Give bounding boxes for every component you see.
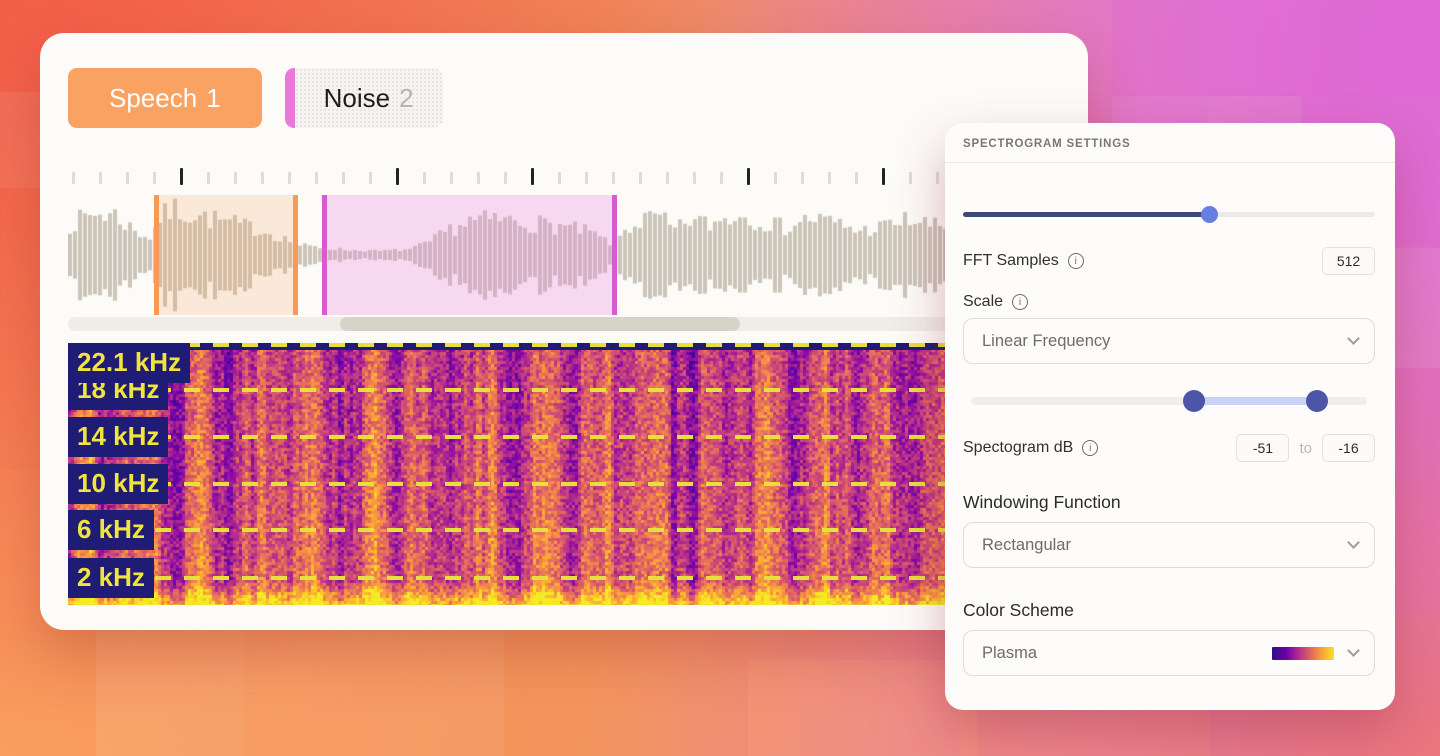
main-card: Speech 1 Noise 2 18 kHz 22.1 kHz 14 kHz … — [40, 33, 1088, 630]
chevron-down-icon — [1347, 536, 1360, 549]
zoom-slider-handle[interactable] — [1201, 206, 1218, 223]
label-chips: Speech 1 Noise 2 — [68, 68, 443, 128]
tag-noise-label: Noise — [324, 83, 390, 114]
waveform-scrollbar-thumb[interactable] — [340, 317, 740, 331]
waveform-area — [68, 195, 1088, 315]
chevron-down-icon — [1347, 332, 1360, 345]
db-to-word: to — [1299, 440, 1312, 457]
zoom-slider[interactable] — [963, 205, 1375, 223]
zoom-slider-fill — [963, 212, 1210, 217]
spectrogram-area: 18 kHz 22.1 kHz 14 kHz 10 kHz 6 kHz 2 kH… — [68, 343, 1088, 605]
fft-samples-label: FFT Samples — [963, 252, 1059, 270]
info-icon[interactable]: i — [1082, 440, 1098, 456]
windowing-function-value: Rectangular — [982, 536, 1071, 555]
windowing-function-select[interactable]: Rectangular — [963, 522, 1375, 568]
freq-gridline — [68, 435, 1088, 439]
color-scheme-value: Plasma — [982, 644, 1037, 663]
fft-samples-input[interactable] — [1322, 247, 1375, 275]
freq-label-2khz: 2 kHz — [68, 558, 154, 598]
timeline-ruler[interactable] — [68, 168, 1088, 186]
info-icon[interactable]: i — [1012, 294, 1028, 310]
tag-noise[interactable]: Noise 2 — [285, 68, 443, 128]
db-min-input[interactable] — [1236, 434, 1289, 462]
scale-select[interactable]: Linear Frequency — [963, 318, 1375, 364]
tag-speech-label: Speech — [109, 83, 197, 114]
tag-speech[interactable]: Speech 1 — [68, 68, 262, 128]
freq-gridline — [68, 388, 1088, 392]
panel-title: SPECTROGRAM SETTINGS — [945, 123, 1395, 163]
color-scheme-select[interactable]: Plasma — [963, 630, 1375, 676]
freq-gridline — [68, 528, 1088, 532]
freq-gridline — [68, 482, 1088, 486]
chevron-down-icon — [1347, 644, 1360, 657]
freq-label-14khz: 14 kHz — [68, 417, 168, 457]
db-range-slider[interactable] — [963, 390, 1375, 412]
tag-noise-number: 2 — [399, 83, 413, 114]
scale-select-value: Linear Frequency — [982, 332, 1110, 351]
spectrogram-settings-panel: SPECTROGRAM SETTINGS FFT Samples i Scale… — [945, 123, 1395, 710]
db-range-fill — [1194, 397, 1318, 405]
spectrogram-db-label: Spectogram dB — [963, 439, 1073, 457]
plasma-gradient-swatch — [1272, 647, 1334, 660]
db-max-input[interactable] — [1322, 434, 1375, 462]
freq-gridline — [68, 343, 1088, 347]
freq-label-10khz: 10 kHz — [68, 464, 168, 504]
tag-speech-number: 1 — [206, 83, 220, 114]
noise-accent-bar — [285, 68, 295, 128]
waveform-scrollbar-track[interactable] — [68, 317, 1088, 331]
db-range-handle-high[interactable] — [1306, 390, 1328, 412]
spectrogram — [68, 343, 1088, 605]
info-icon[interactable]: i — [1068, 253, 1084, 269]
windowing-function-label: Windowing Function — [963, 492, 1375, 513]
freq-gridline — [68, 576, 1088, 580]
scale-label: Scale — [963, 293, 1003, 311]
color-scheme-label: Color Scheme — [963, 600, 1375, 621]
freq-label-6khz: 6 kHz — [68, 510, 154, 550]
speech-region-selection[interactable] — [154, 195, 298, 315]
freq-label-22khz: 22.1 kHz — [68, 343, 190, 383]
db-range-handle-low[interactable] — [1183, 390, 1205, 412]
noise-region-selection[interactable] — [322, 195, 617, 315]
